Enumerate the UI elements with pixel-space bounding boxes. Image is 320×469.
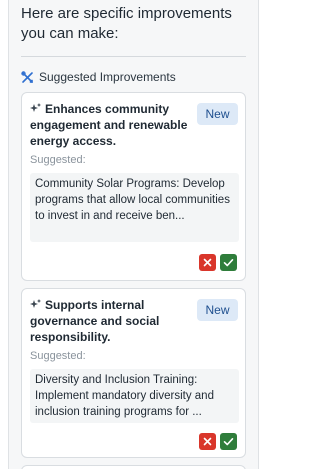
improvement-card: Enhances community engagement and renewa…: [21, 92, 246, 281]
new-badge: New: [197, 299, 238, 321]
reject-button[interactable]: [199, 254, 216, 271]
card-actions: [199, 433, 237, 450]
check-icon: [223, 438, 234, 446]
tools-icon: [21, 70, 34, 84]
x-icon: [203, 258, 212, 267]
sparkle-icon: [30, 102, 41, 113]
x-icon: [203, 437, 212, 446]
card-title: Enhances community engagement and renewa…: [30, 101, 198, 149]
suggested-label: Suggested:: [30, 350, 86, 362]
sparkle-icon: [30, 298, 41, 309]
card-actions: [199, 254, 237, 271]
reject-button[interactable]: [199, 433, 216, 450]
suggestion-text: Community Solar Programs: Develop progra…: [30, 173, 239, 242]
improvement-card-partial: [21, 465, 246, 469]
suggestion-text: Diversity and Inclusion Training: Implem…: [30, 369, 239, 423]
card-title: Supports internal governance and social …: [30, 297, 198, 345]
section-title: Suggested Improvements: [39, 70, 176, 84]
section-header: Suggested Improvements: [21, 69, 176, 85]
accept-button[interactable]: [220, 254, 237, 271]
improvement-card: Supports internal governance and social …: [21, 288, 246, 458]
card-title-text: Enhances community engagement and renewa…: [30, 102, 188, 148]
accept-button[interactable]: [220, 433, 237, 450]
intro-text: Here are specific improvements you can m…: [21, 5, 232, 42]
new-badge: New: [197, 103, 238, 125]
card-title-text: Supports internal governance and social …: [30, 298, 160, 344]
suggested-label: Suggested:: [30, 154, 86, 166]
suggestions-panel: Here are specific improvements you can m…: [8, 0, 259, 469]
divider: [21, 56, 246, 57]
check-icon: [223, 259, 234, 267]
